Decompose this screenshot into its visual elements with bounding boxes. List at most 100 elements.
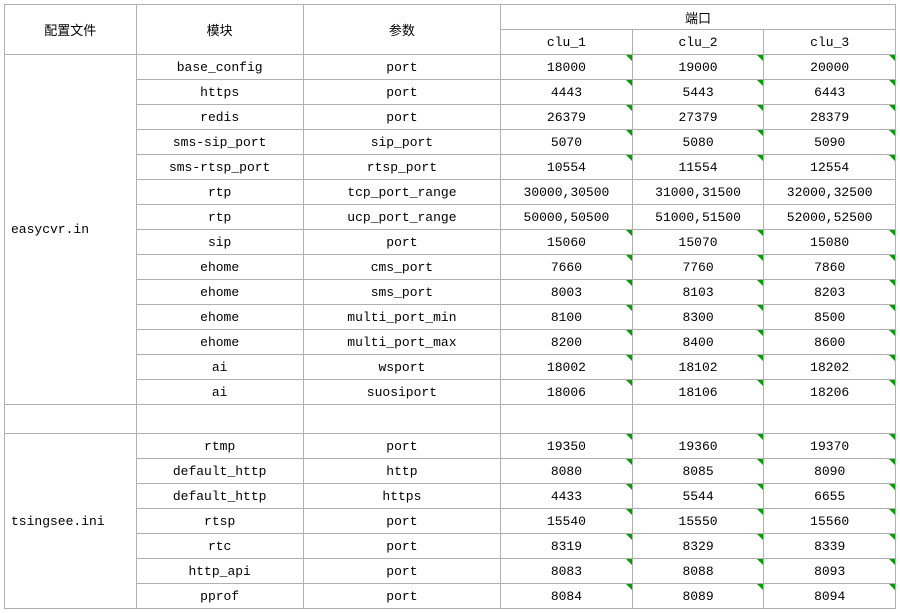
table-row: aiwsport180021810218202 — [5, 355, 896, 380]
clu2-cell: 8103 — [632, 280, 764, 305]
table-row: pprofport808480898094 — [5, 584, 896, 609]
table-row: sms-sip_portsip_port507050805090 — [5, 130, 896, 155]
clu2-cell: 8085 — [632, 459, 764, 484]
param-cell: multi_port_max — [303, 330, 500, 355]
empty-cell — [136, 405, 303, 434]
table-row: rtpucp_port_range50000,5050051000,515005… — [5, 205, 896, 230]
clu1-cell: 18006 — [501, 380, 633, 405]
table-row: ehomemulti_port_max820084008600 — [5, 330, 896, 355]
clu3-cell: 6443 — [764, 80, 896, 105]
module-cell: rtmp — [136, 434, 303, 459]
table-row: rtspport155401555015560 — [5, 509, 896, 534]
table-row: aisuosiport180061810618206 — [5, 380, 896, 405]
clu2-cell: 27379 — [632, 105, 764, 130]
table-row: sms-rtsp_portrtsp_port105541155412554 — [5, 155, 896, 180]
module-cell: sms-sip_port — [136, 130, 303, 155]
module-cell: rtp — [136, 180, 303, 205]
module-cell: ehome — [136, 330, 303, 355]
table-row: tsingsee.inirtmpport193501936019370 — [5, 434, 896, 459]
param-cell: port — [303, 80, 500, 105]
module-cell: pprof — [136, 584, 303, 609]
clu3-cell: 12554 — [764, 155, 896, 180]
clu3-cell: 7860 — [764, 255, 896, 280]
clu2-cell: 31000,31500 — [632, 180, 764, 205]
table-row: httpsport444354436443 — [5, 80, 896, 105]
clu2-cell: 7760 — [632, 255, 764, 280]
clu1-cell: 5070 — [501, 130, 633, 155]
module-cell: default_http — [136, 484, 303, 509]
param-cell: port — [303, 584, 500, 609]
header-clu2: clu_2 — [632, 30, 764, 55]
param-cell: sms_port — [303, 280, 500, 305]
clu3-cell: 15080 — [764, 230, 896, 255]
header-config-file: 配置文件 — [5, 5, 137, 55]
clu3-cell: 20000 — [764, 55, 896, 80]
table-row: easycvr.inbase_configport180001900020000 — [5, 55, 896, 80]
clu2-cell: 19000 — [632, 55, 764, 80]
clu1-cell: 8083 — [501, 559, 633, 584]
param-cell: rtsp_port — [303, 155, 500, 180]
clu1-cell: 10554 — [501, 155, 633, 180]
clu2-cell: 18102 — [632, 355, 764, 380]
clu3-cell: 19370 — [764, 434, 896, 459]
clu3-cell: 8094 — [764, 584, 896, 609]
clu2-cell: 8329 — [632, 534, 764, 559]
clu3-cell: 28379 — [764, 105, 896, 130]
param-cell: tcp_port_range — [303, 180, 500, 205]
param-cell: port — [303, 55, 500, 80]
clu2-cell: 19360 — [632, 434, 764, 459]
clu3-cell: 52000,52500 — [764, 205, 896, 230]
clu3-cell: 8203 — [764, 280, 896, 305]
module-cell: ai — [136, 380, 303, 405]
module-cell: ai — [136, 355, 303, 380]
param-cell: sip_port — [303, 130, 500, 155]
port-config-table: 配置文件 模块 参数 端口 clu_1 clu_2 clu_3 easycvr.… — [4, 4, 896, 609]
clu1-cell: 30000,30500 — [501, 180, 633, 205]
config-file-cell: tsingsee.ini — [5, 434, 137, 609]
clu1-cell: 18000 — [501, 55, 633, 80]
clu1-cell: 4433 — [501, 484, 633, 509]
clu2-cell: 15070 — [632, 230, 764, 255]
table-row: rtptcp_port_range30000,3050031000,315003… — [5, 180, 896, 205]
empty-cell — [303, 405, 500, 434]
module-cell: rtsp — [136, 509, 303, 534]
separator-row — [5, 405, 896, 434]
clu3-cell: 8090 — [764, 459, 896, 484]
clu2-cell: 5443 — [632, 80, 764, 105]
clu1-cell: 4443 — [501, 80, 633, 105]
table-row: default_httphttps443355446655 — [5, 484, 896, 509]
module-cell: rtp — [136, 205, 303, 230]
table-body: easycvr.inbase_configport180001900020000… — [5, 55, 896, 609]
clu1-cell: 18002 — [501, 355, 633, 380]
param-cell: suosiport — [303, 380, 500, 405]
module-cell: redis — [136, 105, 303, 130]
header-param: 参数 — [303, 5, 500, 55]
table-row: http_apiport808380888093 — [5, 559, 896, 584]
clu2-cell: 18106 — [632, 380, 764, 405]
module-cell: sms-rtsp_port — [136, 155, 303, 180]
param-cell: port — [303, 509, 500, 534]
clu1-cell: 8200 — [501, 330, 633, 355]
param-cell: multi_port_min — [303, 305, 500, 330]
module-cell: default_http — [136, 459, 303, 484]
param-cell: ucp_port_range — [303, 205, 500, 230]
clu2-cell: 8300 — [632, 305, 764, 330]
empty-cell — [764, 405, 896, 434]
param-cell: port — [303, 230, 500, 255]
clu1-cell: 8003 — [501, 280, 633, 305]
module-cell: http_api — [136, 559, 303, 584]
clu1-cell: 8084 — [501, 584, 633, 609]
clu1-cell: 19350 — [501, 434, 633, 459]
module-cell: sip — [136, 230, 303, 255]
module-cell: https — [136, 80, 303, 105]
config-file-cell: easycvr.in — [5, 55, 137, 405]
module-cell: ehome — [136, 305, 303, 330]
clu1-cell: 8100 — [501, 305, 633, 330]
clu3-cell: 8339 — [764, 534, 896, 559]
header-clu3: clu_3 — [764, 30, 896, 55]
param-cell: wsport — [303, 355, 500, 380]
empty-cell — [5, 405, 137, 434]
clu2-cell: 8088 — [632, 559, 764, 584]
clu1-cell: 15540 — [501, 509, 633, 534]
header-port-group: 端口 — [501, 5, 896, 30]
